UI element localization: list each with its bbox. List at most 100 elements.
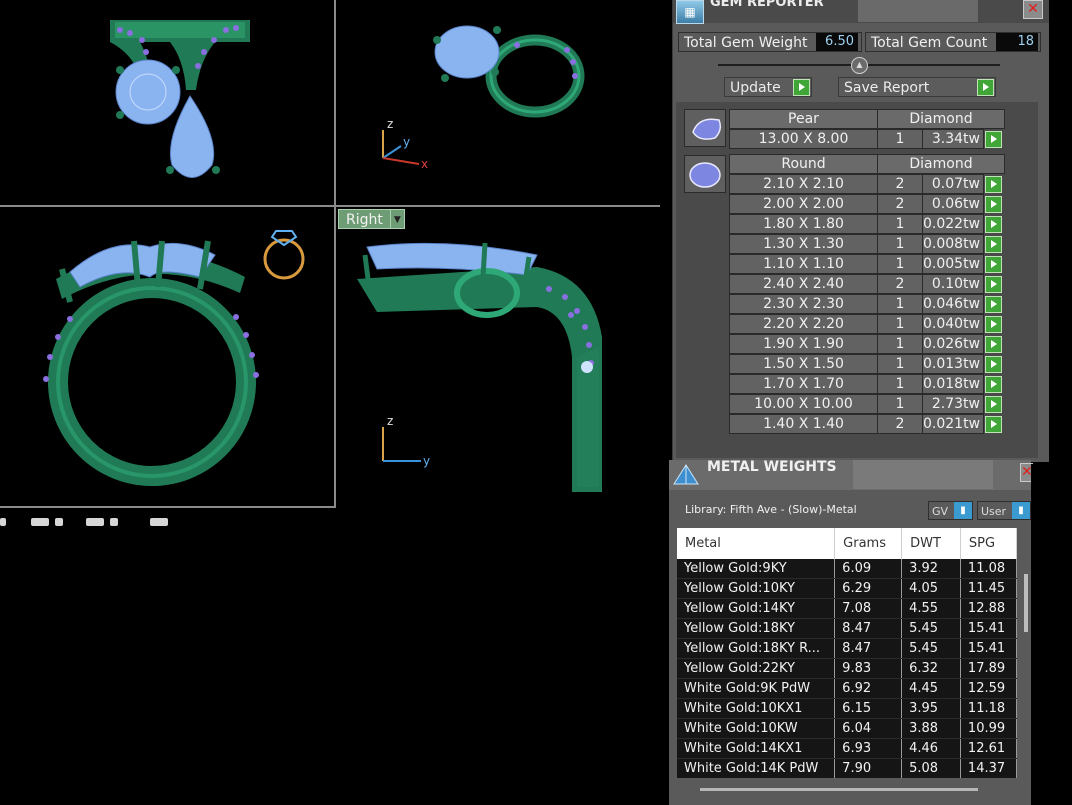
gem-weight: 0.022tw	[922, 214, 984, 234]
round-gem-thumbnail	[684, 155, 726, 193]
viewport-divider	[334, 0, 336, 508]
update-button[interactable]: Update	[724, 77, 812, 97]
gem-qty: 1	[877, 314, 923, 334]
gem-row-play-button[interactable]	[985, 131, 1002, 148]
dwt-cell: 4.45	[901, 678, 961, 699]
metal-name-cell: Yellow Gold:9KY	[677, 559, 836, 579]
metal-scale-icon	[673, 464, 699, 485]
dwt-cell: 4.46	[901, 738, 961, 759]
vertical-scrollbar[interactable]	[1024, 574, 1028, 632]
gem-weight: 3.34tw	[922, 129, 984, 149]
total-gem-count-value: 18	[996, 33, 1038, 51]
column-header-spg[interactable]: SPG	[960, 528, 1017, 559]
table-row[interactable]: White Gold:10KW 6.04 3.88 10.99	[677, 718, 1017, 739]
save-report-button-label: Save Report	[844, 80, 930, 96]
gem-row-play-button[interactable]	[985, 356, 1002, 373]
viewport-front[interactable]	[0, 207, 333, 505]
dwt-cell: 5.08	[901, 758, 961, 778]
gem-size: 1.50 X 1.50	[729, 354, 878, 374]
ring-right-view-render: z y	[357, 242, 602, 492]
viewport-right[interactable]: z y	[337, 207, 660, 505]
column-header-metal[interactable]: Metal	[677, 528, 836, 559]
gem-row-play-button[interactable]	[985, 236, 1002, 253]
gem-row-play-button[interactable]	[985, 336, 1002, 353]
column-header-grams[interactable]: Grams	[834, 528, 903, 559]
gem-row-play-button[interactable]	[985, 196, 1002, 213]
column-header-dwt[interactable]: DWT	[901, 528, 961, 559]
table-row[interactable]: White Gold:10KX1 6.15 3.95 11.18	[677, 698, 1017, 719]
gem-row-play-button[interactable]	[985, 396, 1002, 413]
table-row[interactable]: Yellow Gold:10KY 6.29 4.05 11.45	[677, 578, 1017, 599]
total-gem-weight-value: 6.50	[816, 33, 858, 51]
update-button-label: Update	[730, 80, 781, 96]
gem-reporter-titlebar[interactable]: ▦ GEM REPORTER	[673, 0, 1049, 24]
grams-cell: 6.09	[834, 559, 903, 579]
background-edge	[1031, 464, 1072, 805]
dwt-cell: 4.55	[901, 598, 961, 619]
gem-size: 2.40 X 2.40	[729, 274, 878, 294]
gem-qty: 1	[877, 129, 923, 149]
table-row[interactable]: Yellow Gold:18KY R... 8.47 5.45 15.41	[677, 638, 1017, 659]
gv-select[interactable]: GV ▮	[928, 501, 973, 520]
ring-front-view-render	[43, 230, 305, 486]
metal-name-cell: Yellow Gold:18KY R...	[677, 638, 836, 659]
gem-qty: 1	[877, 214, 923, 234]
metal-name-cell: White Gold:9K PdW	[677, 678, 836, 699]
save-report-button[interactable]: Save Report	[838, 77, 996, 97]
gem-weight: 0.008tw	[922, 234, 984, 254]
table-row[interactable]: Yellow Gold:22KY 9.83 6.32 17.89	[677, 658, 1017, 679]
axis-gizmo: z y	[382, 414, 430, 468]
spg-cell: 12.61	[960, 738, 1017, 759]
table-row[interactable]: Yellow Gold:14KY 7.08 4.55 12.88	[677, 598, 1017, 619]
gem-qty: 1	[877, 354, 923, 374]
viewport-perspective[interactable]: z y x	[337, 0, 660, 204]
play-icon	[793, 79, 810, 96]
spg-cell: 15.41	[960, 638, 1017, 659]
close-icon[interactable]: ✕	[1023, 0, 1043, 19]
toolbar-stub	[31, 518, 49, 526]
dwt-cell: 4.05	[901, 578, 961, 599]
table-row[interactable]: Yellow Gold:9KY 6.09 3.92 11.08	[677, 559, 1017, 579]
spg-cell: 17.89	[960, 658, 1017, 679]
slider-handle[interactable]: ▲	[851, 57, 868, 74]
metal-weights-titlebar[interactable]: METAL WEIGHTS	[669, 459, 1031, 490]
gem-qty: 1	[877, 254, 923, 274]
gem-row-play-button[interactable]	[985, 276, 1002, 293]
spg-cell: 11.08	[960, 559, 1017, 579]
gem-size: 1.10 X 1.10	[729, 254, 878, 274]
svg-text:x: x	[421, 157, 428, 171]
gem-weight: 0.013tw	[922, 354, 984, 374]
gem-row-play-button[interactable]	[985, 416, 1002, 433]
gem-row-play-button[interactable]	[985, 256, 1002, 273]
gem-shape-header: Pear	[729, 109, 878, 129]
gem-size: 13.00 X 8.00	[729, 129, 878, 149]
table-row[interactable]: White Gold:9K PdW 6.92 4.45 12.59	[677, 678, 1017, 699]
metal-name-cell: White Gold:10KX1	[677, 698, 836, 719]
svg-text:z: z	[387, 414, 393, 428]
table-row[interactable]: Yellow Gold:18KY 8.47 5.45 15.41	[677, 618, 1017, 639]
metal-weights-table: Metal Grams DWT SPG Yellow Gold:9KY 6.09 3…	[677, 528, 1017, 778]
axis-gizmo: z y x	[382, 117, 428, 171]
viewport-top[interactable]	[0, 0, 333, 204]
gem-row-play-button[interactable]	[985, 176, 1002, 193]
gem-row-play-button[interactable]	[985, 296, 1002, 313]
gem-row-play-button[interactable]	[985, 216, 1002, 233]
table-row[interactable]: White Gold:14KX1 6.93 4.46 12.61	[677, 738, 1017, 759]
chevron-down-icon: ▮	[1012, 502, 1030, 519]
grams-cell: 6.04	[834, 718, 903, 739]
gem-weight: 0.06tw	[922, 194, 984, 214]
gem-row-play-button[interactable]	[985, 376, 1002, 393]
svg-text:y: y	[403, 135, 410, 149]
dwt-cell: 3.92	[901, 559, 961, 579]
view-selector-dropdown[interactable]: Right ▼	[338, 209, 405, 229]
grams-cell: 6.93	[834, 738, 903, 759]
horizontal-scrollbar[interactable]	[700, 788, 978, 791]
chevron-down-icon[interactable]: ▼	[390, 209, 405, 229]
viewport-divider	[0, 506, 336, 508]
gem-weight: 0.021tw	[922, 414, 984, 434]
pear-gem-thumbnail	[684, 109, 726, 147]
user-select[interactable]: User ▮	[977, 501, 1031, 520]
metal-name-cell: Yellow Gold:22KY	[677, 658, 836, 679]
gem-row-play-button[interactable]	[985, 316, 1002, 333]
table-row[interactable]: White Gold:14K PdW 7.90 5.08 14.37	[677, 758, 1017, 778]
